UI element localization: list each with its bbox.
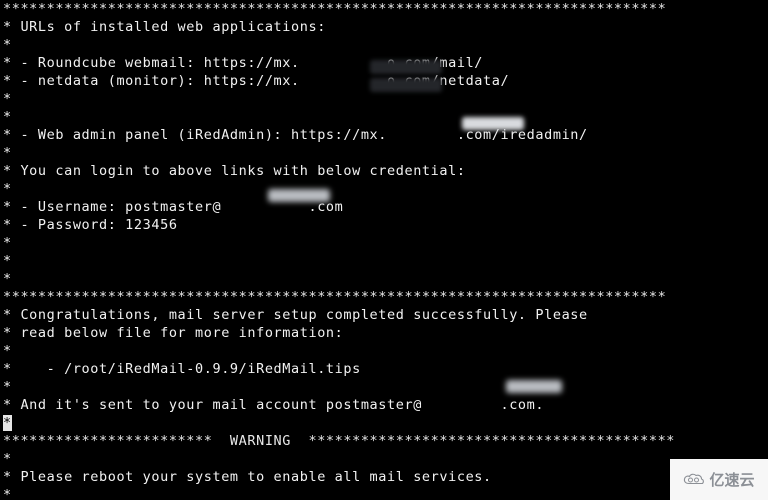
terminal-line-blank-2: *: [3, 91, 12, 107]
terminal-line-rule-1: ****************************************…: [3, 1, 667, 17]
terminal-line-blank-3: *: [3, 109, 12, 125]
terminal-line-blank-4: *: [3, 145, 12, 161]
terminal-screen[interactable]: ****************************************…: [0, 0, 768, 500]
terminal-line-blank-13: *: [3, 487, 12, 500]
terminal-line-urls-heading: * URLs of installed web applications:: [3, 19, 326, 35]
terminal-line-blank-5: *: [3, 181, 12, 197]
terminal-line-cred-username: * - Username: postmaster@ .com: [3, 199, 344, 215]
terminal-line-blank-6: *: [3, 235, 12, 251]
terminal-line-url-roundcube: * - Roundcube webmail: https://mx. o.com…: [3, 55, 484, 71]
terminal-line-sent-note: * And it's sent to your mail account pos…: [3, 397, 545, 413]
terminal-line-blank-10: *: [3, 379, 12, 395]
terminal-line-blank-8: *: [3, 271, 12, 287]
terminal-line-blank-9: *: [3, 343, 12, 359]
terminal-output: ****************************************…: [0, 0, 768, 500]
terminal-line-reboot-note: * Please reboot your system to enable al…: [3, 469, 492, 485]
terminal-line-url-netdata: * - netdata (monitor): https://mx. o.com…: [3, 73, 510, 89]
terminal-line-blank-1: *: [3, 37, 12, 53]
watermark: 亿速云: [670, 459, 768, 500]
terminal-line-congrats-1: * Congratulations, mail server setup com…: [3, 307, 588, 323]
selected-cell: *: [3, 415, 12, 431]
terminal-line-congrats-2: * read below file for more information:: [3, 325, 344, 341]
terminal-line-blank-12: *: [3, 451, 12, 467]
terminal-line-blank-7: *: [3, 253, 12, 269]
terminal-line-warning-rule: ************************ WARNING *******…: [3, 433, 676, 449]
terminal-line-blank-11-selected: *: [0, 414, 768, 432]
watermark-text: 亿速云: [709, 470, 755, 489]
terminal-line-url-iredadmin: * - Web admin panel (iRedAdmin): https:/…: [3, 127, 588, 143]
terminal-line-rule-2: ****************************************…: [3, 289, 667, 305]
terminal-line-cred-password: * - Password: 123456: [3, 217, 178, 233]
terminal-line-tips-file: * - /root/iRedMail-0.9.9/iRedMail.tips: [3, 361, 361, 377]
cloud-icon: [684, 473, 705, 484]
terminal-line-login-note: * You can login to above links with belo…: [3, 163, 466, 179]
